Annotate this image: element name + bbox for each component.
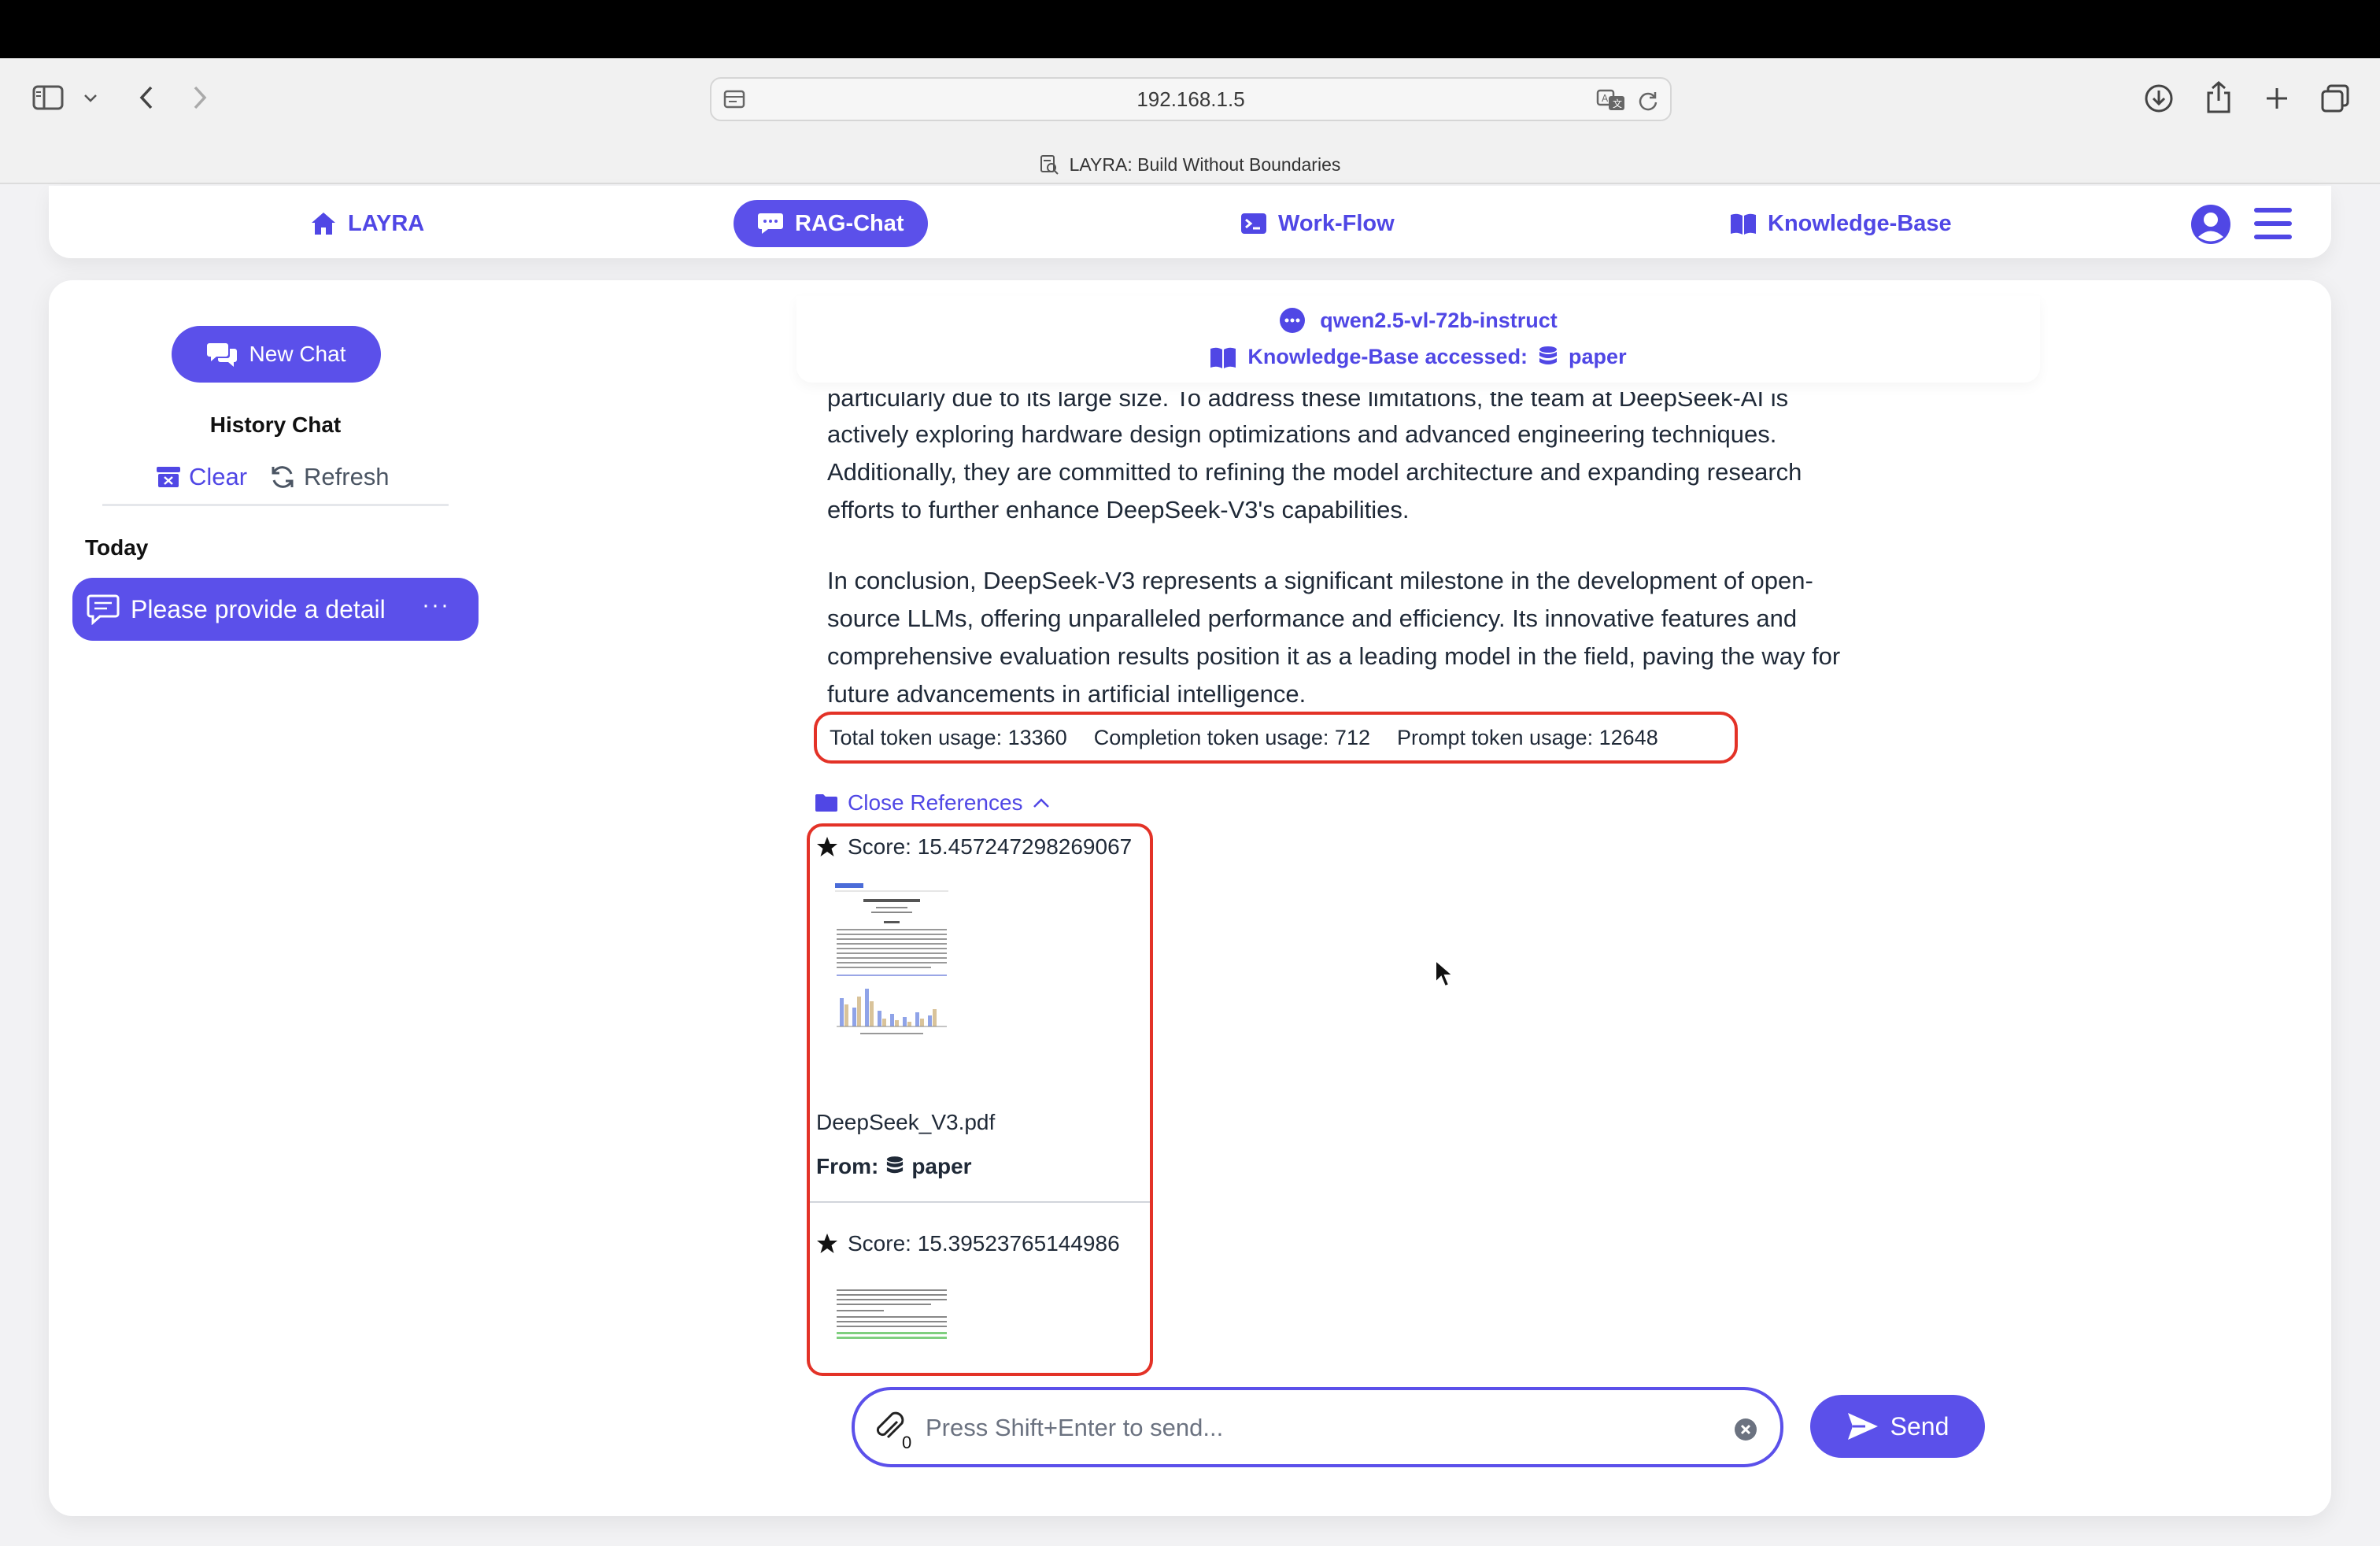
score-text: Score: 15.457247298269067 <box>848 834 1133 859</box>
clear-history-button[interactable]: Clear <box>156 461 247 493</box>
download-icon[interactable] <box>2142 82 2175 115</box>
chat-bubbles-icon <box>206 341 237 368</box>
home-icon <box>310 211 337 236</box>
document-thumbnail[interactable] <box>829 878 955 1044</box>
document-thumbnail[interactable] <box>829 1278 955 1373</box>
user-avatar-icon[interactable] <box>2190 203 2232 246</box>
reference-source: From: paper <box>816 1154 972 1179</box>
from-label: From: <box>816 1154 879 1178</box>
clear-input-icon[interactable] <box>1733 1417 1758 1442</box>
database-icon <box>886 1156 904 1178</box>
new-chat-label: New Chat <box>249 342 346 366</box>
new-chat-button[interactable]: New Chat <box>172 326 381 383</box>
model-name: qwen2.5-vl-72b-instruct <box>1320 308 1558 332</box>
kb-label: Knowledge-Base accessed: <box>1247 345 1528 368</box>
chevron-up-icon <box>1033 797 1050 808</box>
reference-score: Score: 15.457247298269067 <box>816 834 1132 860</box>
browser-toolbar: 192.168.1.5 A文 LAYRA: Build Without Boun… <box>0 58 2380 184</box>
refresh-history-button[interactable]: Refresh <box>269 461 390 493</box>
message-input-bar: 0 <box>852 1387 1783 1467</box>
total-token-usage: Total token usage: 13360 <box>830 725 1067 749</box>
nav-item-work-flow[interactable]: Work-Flow <box>1240 200 1395 247</box>
message-line: source LLMs, offering unparalleled perfo… <box>827 605 1798 632</box>
paperclip-icon[interactable] <box>874 1407 905 1445</box>
star-icon <box>816 1233 838 1255</box>
sidebar-divider <box>102 504 449 506</box>
nav-label: Knowledge-Base <box>1768 210 1952 236</box>
refresh-icon <box>269 464 296 490</box>
folder-icon <box>815 793 838 813</box>
terminal-icon <box>1240 212 1267 235</box>
more-circle-icon <box>1279 307 1306 334</box>
completion-token-usage: Completion token usage: 712 <box>1093 725 1370 749</box>
back-icon[interactable] <box>131 82 162 113</box>
active-tab[interactable]: LAYRA: Build Without Boundaries <box>0 146 2380 183</box>
star-icon <box>816 836 838 858</box>
reference-divider <box>810 1201 1150 1203</box>
message-input[interactable] <box>924 1404 1711 1452</box>
message-line: Additionally, they are committed to refi… <box>827 458 1802 486</box>
favicon-icon <box>1040 154 1059 175</box>
svg-text:文: 文 <box>1613 98 1622 109</box>
chat-item-more-button[interactable]: ··· <box>422 592 450 619</box>
attachment-count: 0 <box>902 1433 912 1452</box>
model-header: qwen2.5-vl-72b-instruct Knowledge-Base a… <box>796 296 2040 383</box>
book-icon <box>1730 212 1757 235</box>
nav-label: RAG-Chat <box>795 210 904 236</box>
model-name-row: qwen2.5-vl-72b-instruct <box>796 307 2040 334</box>
references-panel: Score: 15.457247298269067 DeepSeek_V3.pd… <box>807 823 1153 1376</box>
nav-label: Work-Flow <box>1278 210 1395 236</box>
share-icon[interactable] <box>2202 79 2235 115</box>
nav-item-knowledge-base[interactable]: Knowledge-Base <box>1730 200 1952 247</box>
clear-label: Clear <box>189 463 248 490</box>
score-text: Score: 15.39523765144986 <box>848 1231 1120 1256</box>
archive-x-icon <box>156 465 181 489</box>
hamburger-menu-icon[interactable] <box>2252 205 2293 242</box>
reload-icon[interactable] <box>1637 90 1659 112</box>
token-usage-box: Total token usage: 13360 Completion toke… <box>814 712 1738 764</box>
message-line: comprehensive evaluation results positio… <box>827 642 1841 670</box>
address-bar[interactable]: 192.168.1.5 A文 <box>710 77 1672 121</box>
kb-name: paper <box>1569 345 1627 368</box>
chat-history-item[interactable]: Please provide a detail ··· <box>72 578 479 641</box>
nav-item-rag-chat[interactable]: RAG-Chat <box>734 200 928 247</box>
new-tab-icon[interactable] <box>2260 82 2293 115</box>
close-references-label: Close References <box>848 790 1023 815</box>
mouse-cursor-icon <box>1434 959 1454 989</box>
close-references-toggle[interactable]: Close References <box>815 787 1050 819</box>
message-line: future advancements in artificial intell… <box>827 680 1306 708</box>
message-line: efforts to further enhance DeepSeek-V3's… <box>827 496 1410 523</box>
prompt-token-usage: Prompt token usage: 12648 <box>1396 725 1658 749</box>
chat-item-title: Please provide a detail <box>131 594 386 623</box>
send-button[interactable]: Send <box>1810 1395 1985 1458</box>
chat-icon <box>87 594 120 625</box>
database-icon <box>1539 346 1558 369</box>
send-label: Send <box>1890 1411 1949 1441</box>
kb-accessed-row: Knowledge-Base accessed: paper <box>796 345 2040 369</box>
message-line: In conclusion, DeepSeek-V3 represents a … <box>827 567 1813 594</box>
svg-text:A: A <box>1602 93 1609 104</box>
history-title: History Chat <box>209 412 342 437</box>
refresh-label: Refresh <box>304 463 390 490</box>
menu-bar <box>0 0 2380 58</box>
sidebar-toggle-icon[interactable] <box>30 82 66 113</box>
source-kb-name: paper <box>911 1154 972 1178</box>
chat-bubble-icon <box>757 212 784 235</box>
app-navbar: LAYRA RAG-Chat Work-Flow Knowledge-Base <box>49 186 2331 258</box>
message-line: actively exploring hardware design optim… <box>827 420 1777 448</box>
forward-icon[interactable] <box>184 82 216 113</box>
reference-score: Score: 15.39523765144986 <box>816 1231 1120 1256</box>
url-text[interactable]: 192.168.1.5 <box>711 79 1670 120</box>
reference-file-name[interactable]: DeepSeek_V3.pdf <box>816 1110 995 1135</box>
nav-label: LAYRA <box>348 210 425 236</box>
tab-title: LAYRA: Build Without Boundaries <box>1069 153 1341 175</box>
nav-item-layra[interactable]: LAYRA <box>310 200 424 247</box>
translate-icon[interactable]: A文 <box>1596 88 1626 112</box>
book-icon <box>1210 346 1236 369</box>
chevron-down-icon[interactable] <box>79 87 102 110</box>
tab-overview-icon[interactable] <box>2319 82 2352 115</box>
today-group-label: Today <box>85 535 149 560</box>
send-icon <box>1846 1411 1879 1441</box>
